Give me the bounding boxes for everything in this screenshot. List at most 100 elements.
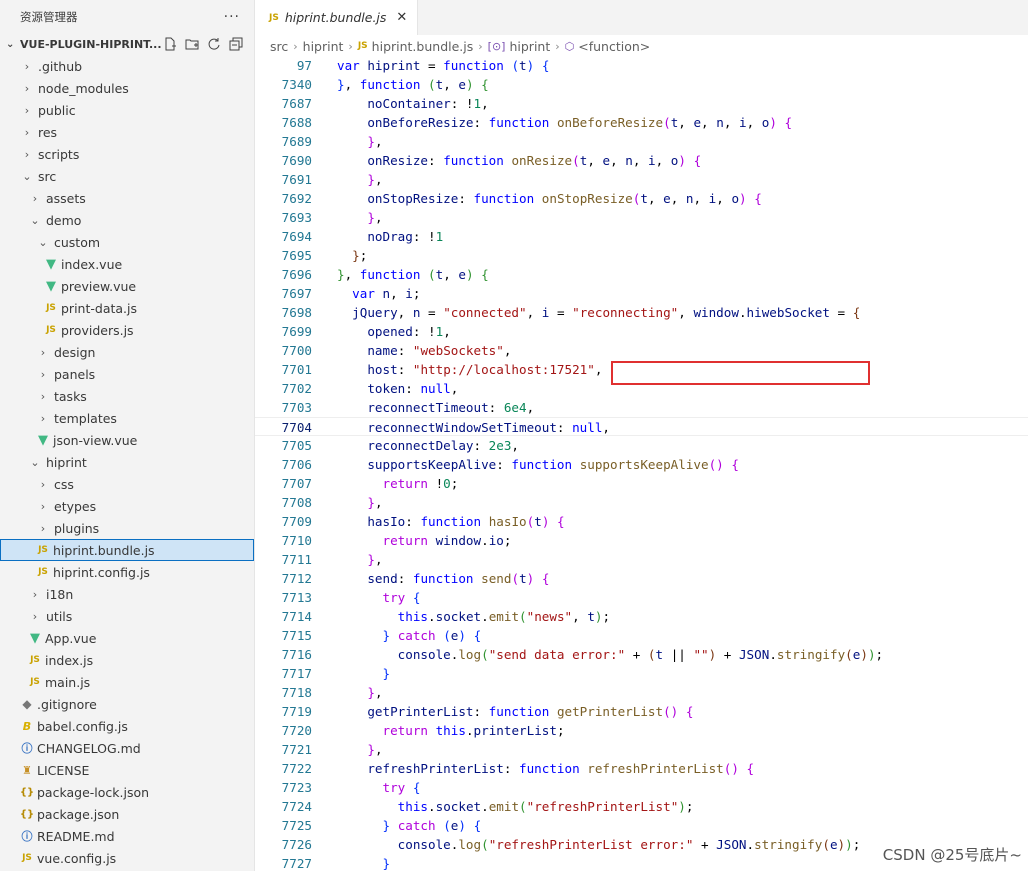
code-line[interactable]: 7702 token: null,	[255, 379, 1028, 398]
tree-file[interactable]: ▼ App.vue	[0, 627, 254, 649]
tree-file[interactable]: JS vue.config.js	[0, 847, 254, 869]
code-line[interactable]: 7692 onStopResize: function onStopResize…	[255, 189, 1028, 208]
tree-folder[interactable]: › css	[0, 473, 254, 495]
tab-hiprint-bundle[interactable]: JS hiprint.bundle.js ✕	[255, 0, 419, 35]
close-icon[interactable]: ✕	[396, 10, 407, 25]
code-line[interactable]: 7720 return this.printerList;	[255, 721, 1028, 740]
tree-folder[interactable]: › public	[0, 99, 254, 121]
code-line[interactable]: 7695 };	[255, 246, 1028, 265]
code-line[interactable]: 7725 } catch (e) {	[255, 816, 1028, 835]
code-line[interactable]: 7714 this.socket.emit("news", t);	[255, 607, 1028, 626]
code-line[interactable]: 7709 hasIo: function hasIo(t) {	[255, 512, 1028, 531]
tree-folder[interactable]: › i18n	[0, 583, 254, 605]
tree-folder[interactable]: › plugins	[0, 517, 254, 539]
tree-folder[interactable]: › etypes	[0, 495, 254, 517]
tree-folder[interactable]: › .github	[0, 55, 254, 77]
tree-folder[interactable]: › res	[0, 121, 254, 143]
code-line[interactable]: 7694 noDrag: !1	[255, 227, 1028, 246]
code-line[interactable]: 97 var hiprint = function (t) {	[255, 56, 1028, 75]
code-token: e	[458, 267, 466, 282]
tree-file[interactable]: Bbabel.config.js	[0, 715, 254, 737]
tree-folder[interactable]: ⌄ hiprint	[0, 451, 254, 473]
breadcrumb-item[interactable]: hiprint	[303, 39, 344, 54]
line-number: 7708	[281, 495, 312, 510]
tree-file[interactable]: JS hiprint.bundle.js	[0, 539, 254, 561]
code-line[interactable]: 7713 try {	[255, 588, 1028, 607]
project-root[interactable]: ⌄ VUE-PLUGIN-HIPRINT...	[0, 33, 254, 55]
tree-file[interactable]: ▼ index.vue	[0, 253, 254, 275]
code-line[interactable]: 7708 },	[255, 493, 1028, 512]
tree-file[interactable]: JS hiprint.config.js	[0, 561, 254, 583]
breadcrumb-item[interactable]: hiprint.bundle.js	[372, 39, 474, 54]
breadcrumb-item[interactable]: hiprint	[509, 39, 550, 54]
code-line[interactable]: 7693 },	[255, 208, 1028, 227]
code-line[interactable]: 7690 onResize: function onResize(t, e, n…	[255, 151, 1028, 170]
tree-file[interactable]: ⓘ README.md	[0, 825, 254, 847]
code-line[interactable]: 7699 opened: !1,	[255, 322, 1028, 341]
new-folder-icon[interactable]	[184, 36, 200, 52]
tree-folder[interactable]: › templates	[0, 407, 254, 429]
code-line[interactable]: 7698 jQuery, n = "connected", i = "recon…	[255, 303, 1028, 322]
tree-folder[interactable]: › node_modules	[0, 77, 254, 99]
code-line[interactable]: 7715 } catch (e) {	[255, 626, 1028, 645]
code-token: {	[473, 628, 482, 643]
code-token: this	[435, 723, 466, 738]
tree-file[interactable]: ⓘ CHANGELOG.md	[0, 737, 254, 759]
tree-file[interactable]: ▼ json-view.vue	[0, 429, 254, 451]
tree-folder[interactable]: › panels	[0, 363, 254, 385]
code-line[interactable]: 7691 },	[255, 170, 1028, 189]
tree-file[interactable]: ◆ .gitignore	[0, 693, 254, 715]
code-line[interactable]: 7700 name: "webSockets",	[255, 341, 1028, 360]
code-line[interactable]: 7707 return !0;	[255, 474, 1028, 493]
code-line[interactable]: 7689 },	[255, 132, 1028, 151]
new-file-icon[interactable]	[162, 36, 178, 52]
tree-file[interactable]: ▼ preview.vue	[0, 275, 254, 297]
code-line[interactable]: 7701 host: "http://localhost:17521",	[255, 360, 1028, 379]
tree-file[interactable]: JS main.js	[0, 671, 254, 693]
more-actions-button[interactable]: ···	[224, 9, 240, 25]
code-token: :	[488, 400, 504, 415]
code-line[interactable]: 7687 noContainer: !1,	[255, 94, 1028, 113]
breadcrumb-item[interactable]: src	[270, 39, 288, 54]
breadcrumb-item[interactable]: <function>	[578, 39, 650, 54]
code-line[interactable]: 7712 send: function send(t) {	[255, 569, 1028, 588]
refresh-icon[interactable]	[206, 36, 222, 52]
code-line[interactable]: 7717 }	[255, 664, 1028, 683]
code-line[interactable]: 7340}, function (t, e) {	[255, 75, 1028, 94]
code-line[interactable]: 7724 this.socket.emit("refreshPrinterLis…	[255, 797, 1028, 816]
tree-folder[interactable]: › design	[0, 341, 254, 363]
tree-folder[interactable]: ⌄ demo	[0, 209, 254, 231]
code-text: },	[337, 740, 382, 759]
tree-folder[interactable]: ⌄ custom	[0, 231, 254, 253]
tree-file[interactable]: JS index.js	[0, 649, 254, 671]
code-line[interactable]: 7704 reconnectWindowSetTimeout: null,	[255, 417, 1028, 436]
tree-file[interactable]: {} package-lock.json	[0, 781, 254, 803]
code-editor[interactable]: 97 var hiprint = function (t) {7340}, fun…	[255, 56, 1028, 871]
code-line[interactable]: 7711 },	[255, 550, 1028, 569]
code-line[interactable]: 7718 },	[255, 683, 1028, 702]
code-line[interactable]: 7705 reconnectDelay: 2e3,	[255, 436, 1028, 455]
code-line[interactable]: 7716 console.log("send data error:" + (t…	[255, 645, 1028, 664]
tree-file[interactable]: ♜ LICENSE	[0, 759, 254, 781]
code-token: e	[663, 191, 671, 206]
code-line[interactable]: 7688 onBeforeResize: function onBeforeRe…	[255, 113, 1028, 132]
code-line[interactable]: 7721 },	[255, 740, 1028, 759]
code-line[interactable]: 7703 reconnectTimeout: 6e4,	[255, 398, 1028, 417]
tree-folder[interactable]: › tasks	[0, 385, 254, 407]
code-line[interactable]: 7697 var n, i;	[255, 284, 1028, 303]
code-line[interactable]: 7723 try {	[255, 778, 1028, 797]
tree-folder[interactable]: ⌄ src	[0, 165, 254, 187]
tree-folder[interactable]: › utils	[0, 605, 254, 627]
collapse-all-icon[interactable]	[228, 36, 244, 52]
tree-folder[interactable]: › scripts	[0, 143, 254, 165]
code-token: i	[648, 153, 656, 168]
tree-file[interactable]: JS print-data.js	[0, 297, 254, 319]
code-line[interactable]: 7710 return window.io;	[255, 531, 1028, 550]
tree-folder[interactable]: › assets	[0, 187, 254, 209]
code-line[interactable]: 7719 getPrinterList: function getPrinter…	[255, 702, 1028, 721]
tree-file[interactable]: {} package.json	[0, 803, 254, 825]
tree-file[interactable]: JS providers.js	[0, 319, 254, 341]
code-line[interactable]: 7696}, function (t, e) {	[255, 265, 1028, 284]
code-line[interactable]: 7706 supportsKeepAlive: function support…	[255, 455, 1028, 474]
code-line[interactable]: 7722 refreshPrinterList: function refres…	[255, 759, 1028, 778]
